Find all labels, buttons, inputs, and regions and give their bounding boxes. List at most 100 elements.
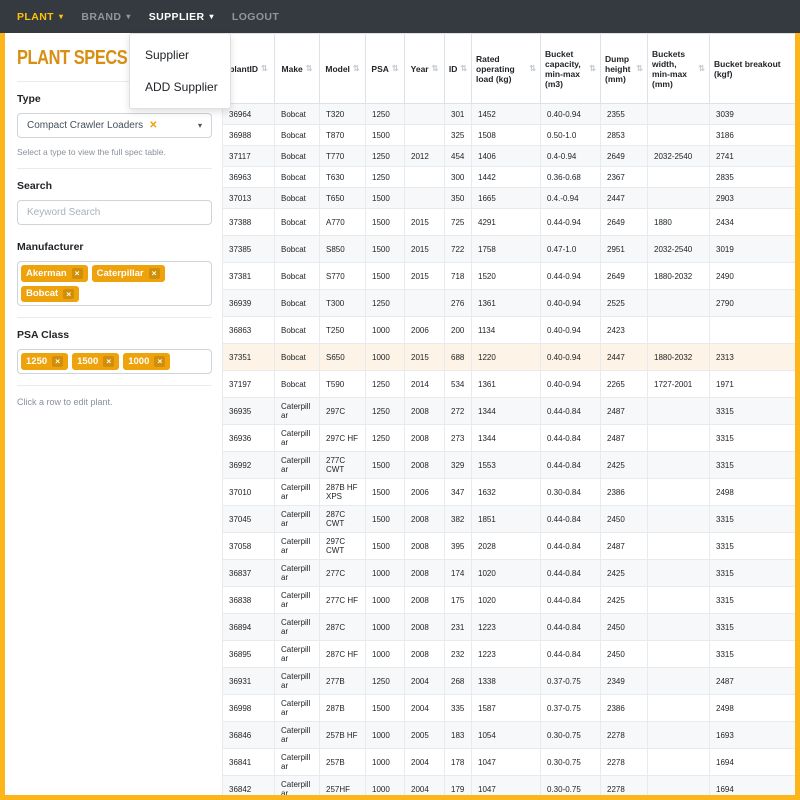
table-row[interactable]: 36935Caterpillar297C1250200827213440.44-… [223,398,796,425]
table-row[interactable]: 36931Caterpillar277B1250200426813380.37-… [223,668,796,695]
table-row[interactable]: 37013BobcatT650150035016650.4.-0.9424472… [223,188,796,209]
table-row[interactable]: 37117BobcatT7701250201245414060.4-0.9426… [223,146,796,167]
table-cell: 1047 [472,749,541,776]
col-header-psa[interactable]: PSA⇅ [366,34,405,104]
search-input[interactable] [17,200,212,225]
table-row[interactable]: 37351BobcatS6501000201568812200.40-0.942… [223,344,796,371]
remove-tag-icon[interactable]: × [63,289,74,300]
table-row[interactable]: 36894Caterpillar287C1000200823112230.44-… [223,614,796,641]
table-cell: 2032-2540 [648,236,710,263]
table-cell: 1250 [366,167,405,188]
chevron-down-icon: ▾ [198,121,202,130]
table-row[interactable]: 37388BobcatA7701500201572542910.44-0.942… [223,209,796,236]
table-cell: 2853 [601,125,648,146]
table-cell: 0.40-0.94 [541,104,601,125]
table-cell: 3186 [710,125,796,146]
psa-class-tagbox[interactable]: 1250 × 1500 × 1000 × [17,349,212,374]
remove-tag-icon[interactable]: × [149,268,160,279]
table-cell: 1361 [472,290,541,317]
table-cell: Bobcat [275,188,320,209]
table-row[interactable]: 36895Caterpillar287C HF1000200823212230.… [223,641,796,668]
table-row[interactable]: 36846Caterpillar257B HF1000200518310540.… [223,722,796,749]
table-row[interactable]: 37058Caterpillar297C CWT1500200839520280… [223,533,796,560]
col-header-buckets-width[interactable]: Buckets width, min-max (mm)⇅ [648,34,710,104]
col-header-id[interactable]: ID⇅ [445,34,472,104]
nav-item-logout[interactable]: LOGOUT [232,11,279,23]
table-cell: 297C HF [320,425,366,452]
remove-tag-icon[interactable]: × [154,356,165,367]
type-select-value: Compact Crawler Loaders [27,120,143,131]
table-row[interactable]: 36988BobcatT870150032515080.50-1.0285331… [223,125,796,146]
table-row[interactable]: 36936Caterpillar297C HF1250200827313440.… [223,425,796,452]
col-header-year[interactable]: Year⇅ [405,34,445,104]
table-cell: 3315 [710,587,796,614]
col-header-dump-height[interactable]: Dump height (mm)⇅ [601,34,648,104]
table-row[interactable]: 36998Caterpillar287B1500200433515870.37-… [223,695,796,722]
table-cell [648,533,710,560]
chevron-down-icon: ▾ [209,12,213,21]
table-cell: 37010 [223,479,275,506]
type-select[interactable]: Compact Crawler Loaders ✕ ▾ [17,113,212,138]
col-header-model[interactable]: Model⇅ [320,34,366,104]
table-cell: 36963 [223,167,275,188]
table-cell: 0.37-0.75 [541,668,601,695]
table-cell: Caterpillar [275,641,320,668]
table-cell: 36863 [223,317,275,344]
table-row[interactable]: 37045Caterpillar287C CWT1500200838218510… [223,506,796,533]
nav-item-plant[interactable]: PLANT ▾ [17,11,63,23]
table-cell: 3315 [710,641,796,668]
table-cell: 276 [445,290,472,317]
clear-type-icon[interactable]: ✕ [149,120,157,131]
table-row[interactable]: 37381BobcatS7701500201571815200.44-0.942… [223,263,796,290]
menu-item-add-supplier[interactable]: ADD Supplier [130,71,230,103]
nav-item-supplier[interactable]: SUPPLIER ▾ [149,11,214,23]
table-row[interactable]: 36837Caterpillar277C1000200817410200.44-… [223,560,796,587]
table-cell: 3315 [710,398,796,425]
nav-item-label: LOGOUT [232,11,279,23]
nav-item-brand[interactable]: BRAND ▾ [81,11,130,23]
table-cell: 2490 [710,263,796,290]
nav-item-label: BRAND [81,11,121,23]
table-cell: 37045 [223,506,275,533]
table-cell: 2367 [601,167,648,188]
table-cell: 0.36-0.68 [541,167,601,188]
remove-tag-icon[interactable]: × [52,356,63,367]
table-row[interactable]: 36838Caterpillar277C HF1000200817510200.… [223,587,796,614]
remove-tag-icon[interactable]: × [72,268,83,279]
remove-tag-icon[interactable]: × [103,356,114,367]
table-cell: 718 [445,263,472,290]
table-cell: 37058 [223,533,275,560]
col-header-make[interactable]: Make⇅ [275,34,320,104]
menu-item-supplier[interactable]: Supplier [130,39,230,71]
table-cell: Caterpillar [275,452,320,479]
table-cell: 1047 [472,776,541,796]
table-row[interactable]: 37385BobcatS8501500201572217580.47-1.029… [223,236,796,263]
table-row[interactable]: 36963BobcatT630125030014420.36-0.6823672… [223,167,796,188]
table-cell: 1250 [366,371,405,398]
table-row[interactable]: 37197BobcatT5901250201453413610.40-0.942… [223,371,796,398]
table-cell [648,560,710,587]
table-cell: 2425 [601,560,648,587]
table-cell: 454 [445,146,472,167]
table-cell: 1508 [472,125,541,146]
table-row[interactable]: 36964BobcatT320125030114520.40-0.9423553… [223,104,796,125]
table-row[interactable]: 36842Caterpillar257HF1000200417910470.30… [223,776,796,796]
table-row[interactable]: 36863BobcatT2501000200620011340.40-0.942… [223,317,796,344]
col-header-bucket-breakout[interactable]: Bucket breakout (kgf)⇅ [710,34,796,104]
table-cell: 2450 [601,641,648,668]
table-row[interactable]: 36992Caterpillar277C CWT1500200832915530… [223,452,796,479]
table-cell: S850 [320,236,366,263]
table-row[interactable]: 36841Caterpillar257B1000200417810470.30-… [223,749,796,776]
table-cell: 2487 [601,398,648,425]
table-cell [648,125,710,146]
table-cell: 350 [445,188,472,209]
table-cell: Bobcat [275,263,320,290]
col-header-bucket-capacity[interactable]: Bucket capacity, min-max (m3)⇅ [541,34,601,104]
table-cell: 36894 [223,614,275,641]
col-header-rated-load[interactable]: Rated operating load (kg)⇅ [472,34,541,104]
table-cell: 2525 [601,290,648,317]
table-row[interactable]: 37010Caterpillar287B HF XPS1500200634716… [223,479,796,506]
table-row[interactable]: 36939BobcatT300125027613610.40-0.9425252… [223,290,796,317]
table-cell: 1693 [710,722,796,749]
manufacturer-tagbox[interactable]: Akerman × Caterpillar × Bobcat × [17,261,212,306]
